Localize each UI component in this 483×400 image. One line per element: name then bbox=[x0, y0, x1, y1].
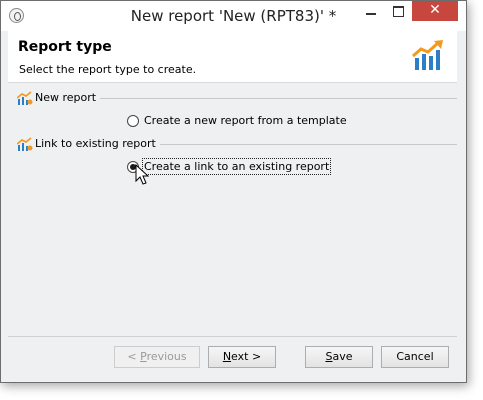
group-divider bbox=[97, 98, 457, 99]
radio-create-from-template[interactable]: Create a new report from a template bbox=[127, 114, 347, 127]
report-chart-icon bbox=[17, 91, 33, 105]
radio-button[interactable] bbox=[127, 114, 139, 127]
group-label-new-report: New report bbox=[35, 91, 101, 104]
cancel-button[interactable]: Cancel bbox=[381, 346, 449, 368]
radio-label[interactable]: Create a link to an existing report bbox=[141, 158, 332, 175]
title-bar[interactable]: New report 'New (RPT83)' * ✕ bbox=[1, 1, 466, 31]
close-icon: ✕ bbox=[429, 2, 441, 18]
close-button[interactable]: ✕ bbox=[412, 1, 458, 21]
page-subtitle: Select the report type to create. bbox=[19, 63, 197, 76]
radio-link-existing[interactable]: Create a link to an existing report bbox=[127, 158, 332, 175]
maximize-button[interactable] bbox=[385, 1, 411, 21]
next-button[interactable]: Next > bbox=[208, 346, 276, 368]
page-title: Report type bbox=[18, 39, 112, 55]
report-chart-icon bbox=[412, 40, 443, 70]
report-chart-icon bbox=[17, 137, 33, 151]
maximize-icon bbox=[393, 6, 404, 17]
minimize-button[interactable] bbox=[358, 1, 384, 21]
group-divider bbox=[152, 144, 457, 145]
wizard-header: Report type Select the report type to cr… bbox=[8, 31, 457, 83]
mouse-pointer-icon bbox=[135, 164, 149, 185]
minimize-icon bbox=[366, 13, 376, 15]
footer-divider bbox=[8, 336, 457, 337]
radio-label[interactable]: Create a new report from a template bbox=[144, 114, 347, 127]
group-label-link-existing: Link to existing report bbox=[35, 137, 160, 150]
previous-button[interactable]: < Previous bbox=[114, 346, 200, 368]
save-button[interactable]: Save bbox=[305, 346, 373, 368]
